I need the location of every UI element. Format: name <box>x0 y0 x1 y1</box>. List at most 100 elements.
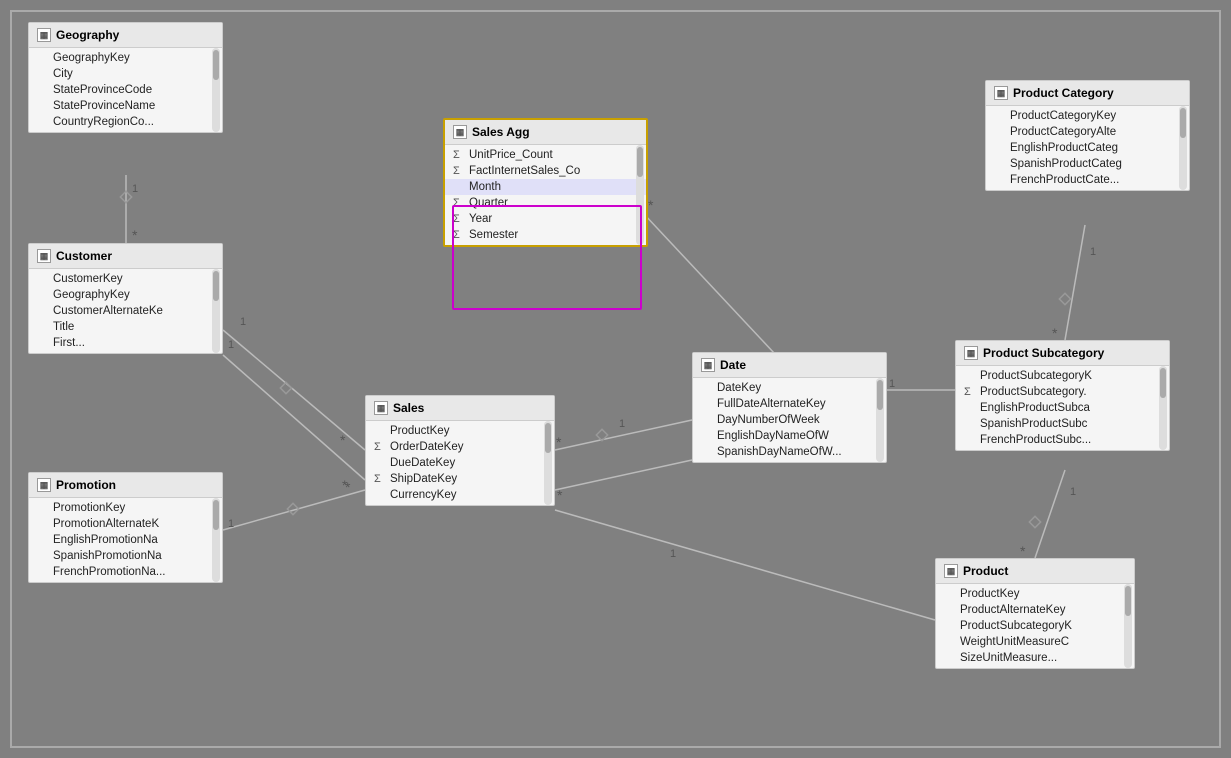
table-icon: ▦ <box>37 478 51 492</box>
product-table-header: ▦ Product <box>936 559 1134 584</box>
date-table: ▦ Date DateKey FullDateAlternateKey DayN… <box>692 352 887 463</box>
table-row: SizeUnitMeasure... <box>936 650 1134 666</box>
table-row: SpanishDayNameOfW... <box>693 444 886 460</box>
table-row: GeographyKey <box>29 50 222 66</box>
table-row: SpanishProductCateg <box>986 156 1189 172</box>
table-row: FrenchProductCate... <box>986 172 1189 188</box>
table-row: CustomerAlternateKe <box>29 303 222 319</box>
table-row: ΣShipDateKey <box>366 471 554 487</box>
table-row: CurrencyKey <box>366 487 554 503</box>
table-row: ProductSubcategoryK <box>936 618 1134 634</box>
productsubcategory-table: ▦ Product Subcategory ProductSubcategory… <box>955 340 1170 451</box>
promotion-title: Promotion <box>56 478 116 492</box>
table-row: ΣFactInternetSales_Co <box>445 163 646 179</box>
table-row: ΣProductSubcategory. <box>956 384 1169 400</box>
product-table: ▦ Product ProductKey ProductAlternateKey… <box>935 558 1135 669</box>
table-row: EnglishProductCateg <box>986 140 1189 156</box>
table-icon: ▦ <box>944 564 958 578</box>
sigma-icon: Σ <box>453 213 460 225</box>
sales-table: ▦ Sales ProductKey ΣOrderDateKey DueDate… <box>365 395 555 506</box>
table-row: SpanishPromotionNa <box>29 548 222 564</box>
table-row: StateProvinceCode <box>29 82 222 98</box>
table-row: ProductCategoryKey <box>986 108 1189 124</box>
table-row: ProductAlternateKey <box>936 602 1134 618</box>
promotion-table-header: ▦ Promotion <box>29 473 222 498</box>
table-icon: ▦ <box>37 249 51 263</box>
sales-table-header: ▦ Sales <box>366 396 554 421</box>
table-row: ΣYear <box>445 211 646 227</box>
scrollbar[interactable] <box>876 378 884 462</box>
sigma-icon: Σ <box>453 149 460 161</box>
table-row: CountryRegionCo... <box>29 114 222 130</box>
table-row: GeographyKey <box>29 287 222 303</box>
diagram-canvas: 1 * 1 * 1 * 1 * * 1 1 * * 1 * <box>0 0 1231 758</box>
sales-fields: ProductKey ΣOrderDateKey DueDateKey ΣShi… <box>366 421 554 505</box>
productsubcategory-table-header: ▦ Product Subcategory <box>956 341 1169 366</box>
productsubcategory-title: Product Subcategory <box>983 346 1104 360</box>
scrollbar[interactable] <box>1124 584 1132 668</box>
sigma-icon: Σ <box>453 165 460 177</box>
sigma-icon: Σ <box>374 441 381 453</box>
table-row: PromotionKey <box>29 500 222 516</box>
productcategory-table: ▦ Product Category ProductCategoryKey Pr… <box>985 80 1190 191</box>
customer-table: ▦ Customer CustomerKey GeographyKey Cust… <box>28 243 223 354</box>
table-row: EnglishPromotionNa <box>29 532 222 548</box>
sigma-icon: Σ <box>374 473 381 485</box>
table-icon: ▦ <box>701 358 715 372</box>
scrollbar[interactable] <box>212 48 220 132</box>
table-row: ΣQuarter <box>445 195 646 211</box>
table-row: EnglishProductSubca <box>956 400 1169 416</box>
table-row: DueDateKey <box>366 455 554 471</box>
sigma-icon: Σ <box>964 386 971 398</box>
table-row: StateProvinceName <box>29 98 222 114</box>
table-icon: ▦ <box>994 86 1008 100</box>
date-title: Date <box>720 358 746 372</box>
table-row: ΣSemester <box>445 227 646 243</box>
productsubcategory-fields: ProductSubcategoryK ΣProductSubcategory.… <box>956 366 1169 450</box>
sales-title: Sales <box>393 401 424 415</box>
table-row: Title <box>29 319 222 335</box>
table-row: FrenchPromotionNa... <box>29 564 222 580</box>
scrollbar[interactable] <box>212 498 220 582</box>
table-row: First... <box>29 335 222 351</box>
customer-fields: CustomerKey GeographyKey CustomerAlterna… <box>29 269 222 353</box>
table-row: DateKey <box>693 380 886 396</box>
table-row: City <box>29 66 222 82</box>
table-row: ProductKey <box>366 423 554 439</box>
table-row: ΣOrderDateKey <box>366 439 554 455</box>
table-row: EnglishDayNameOfW <box>693 428 886 444</box>
customer-title: Customer <box>56 249 112 263</box>
date-fields: DateKey FullDateAlternateKey DayNumberOf… <box>693 378 886 462</box>
table-icon: ▦ <box>374 401 388 415</box>
salesagg-table-header: ▦ Sales Agg <box>445 120 646 145</box>
date-table-header: ▦ Date <box>693 353 886 378</box>
sigma-icon: Σ <box>453 229 460 241</box>
product-title: Product <box>963 564 1008 578</box>
geography-fields: GeographyKey City StateProvinceCode Stat… <box>29 48 222 132</box>
table-icon: ▦ <box>37 28 51 42</box>
scrollbar[interactable] <box>1179 106 1187 190</box>
scrollbar[interactable] <box>636 145 644 245</box>
table-row: SpanishProductSubc <box>956 416 1169 432</box>
table-row: CustomerKey <box>29 271 222 287</box>
table-row: PromotionAlternateK <box>29 516 222 532</box>
sigma-icon: Σ <box>453 197 460 209</box>
month-field: Month <box>445 179 646 195</box>
table-row: ProductCategoryAlte <box>986 124 1189 140</box>
scrollbar[interactable] <box>1159 366 1167 450</box>
geography-table-header: ▦ Geography <box>29 23 222 48</box>
productcategory-title: Product Category <box>1013 86 1114 100</box>
table-icon: ▦ <box>964 346 978 360</box>
table-icon: ▦ <box>453 125 467 139</box>
promotion-fields: PromotionKey PromotionAlternateK English… <box>29 498 222 582</box>
scrollbar[interactable] <box>212 269 220 353</box>
table-row: ProductSubcategoryK <box>956 368 1169 384</box>
table-row: ProductKey <box>936 586 1134 602</box>
product-fields: ProductKey ProductAlternateKey ProductSu… <box>936 584 1134 668</box>
geography-table: ▦ Geography GeographyKey City StateProvi… <box>28 22 223 133</box>
scrollbar[interactable] <box>544 421 552 505</box>
table-row: FrenchProductSubc... <box>956 432 1169 448</box>
promotion-table: ▦ Promotion PromotionKey PromotionAltern… <box>28 472 223 583</box>
geography-title: Geography <box>56 28 119 42</box>
productcategory-fields: ProductCategoryKey ProductCategoryAlte E… <box>986 106 1189 190</box>
